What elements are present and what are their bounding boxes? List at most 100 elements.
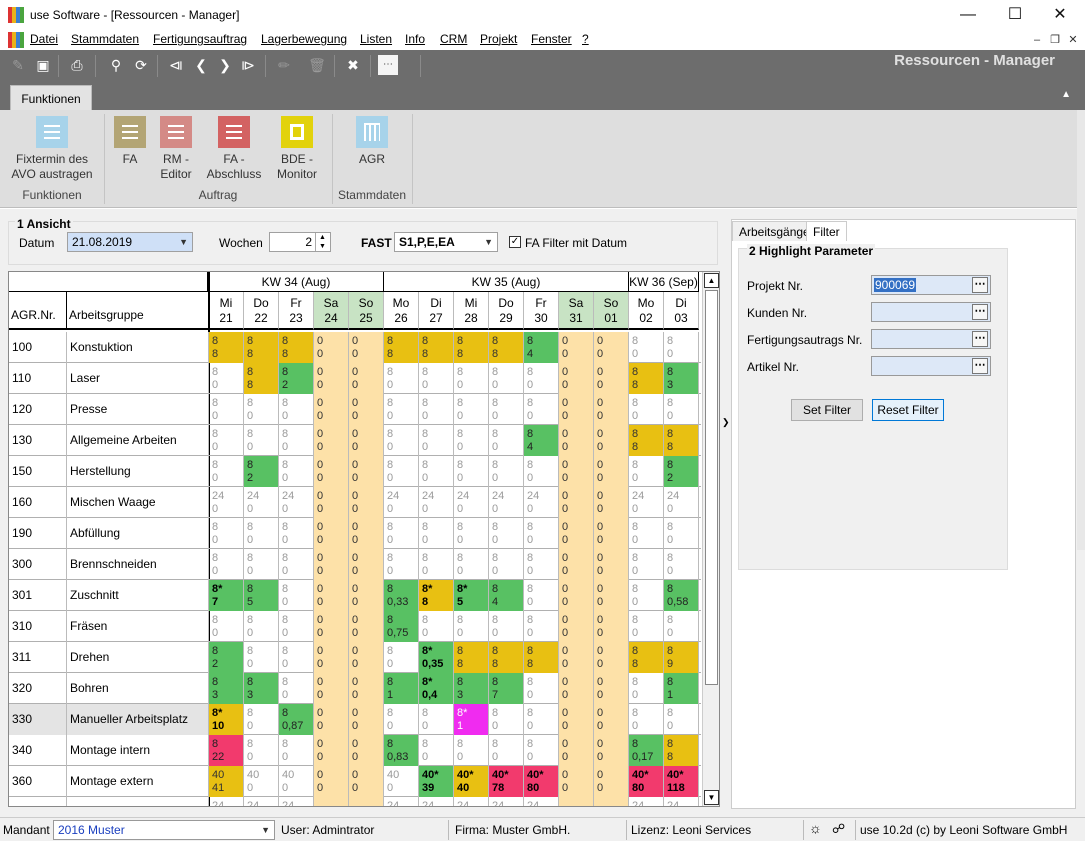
capacity-cell[interactable]: 80 (419, 518, 454, 549)
capacity-cell[interactable]: 80 (419, 456, 454, 487)
menu-item-info[interactable]: Info (405, 32, 425, 46)
capacity-cell[interactable]: 00 (314, 611, 349, 642)
capacity-cell[interactable]: 24 (524, 797, 559, 806)
capacity-cell[interactable]: 00 (594, 518, 629, 549)
cancel-icon[interactable]: ✖ (343, 55, 363, 75)
datum-field[interactable]: 21.08.2019 ▼ (67, 232, 193, 252)
capacity-cell[interactable]: 80 (664, 549, 699, 580)
capacity-cell[interactable]: 8 0,33 (384, 580, 419, 611)
capacity-cell[interactable]: 80 (629, 394, 664, 425)
menu-item-datei[interactable]: Datei (30, 32, 58, 46)
agr-nr-cell[interactable]: 300 (9, 549, 67, 580)
lookup-icon[interactable]: ⋯ (972, 304, 988, 320)
capacity-cell[interactable]: 00 (349, 735, 384, 766)
capacity-cell[interactable] (314, 797, 349, 806)
capacity-cell[interactable]: 24 0 (454, 487, 489, 518)
capacity-cell[interactable]: 80 (524, 518, 559, 549)
capacity-cell[interactable]: 80 (489, 456, 524, 487)
capacity-cell[interactable]: 80 (454, 456, 489, 487)
capacity-cell[interactable]: 40 0 (384, 766, 419, 797)
capacity-cell[interactable]: 00 (559, 673, 594, 704)
capacity-cell[interactable]: 00 (314, 332, 349, 363)
capacity-cell[interactable]: 80 (244, 642, 279, 673)
capacity-cell[interactable]: 80 (279, 456, 314, 487)
capacity-cell[interactable]: 80 (209, 394, 244, 425)
capacity-cell[interactable]: 80 (524, 673, 559, 704)
capacity-cell[interactable]: 80 (629, 456, 664, 487)
capacity-cell[interactable]: 24 0 (524, 487, 559, 518)
capacity-cell[interactable]: 00 (559, 766, 594, 797)
close-window-button[interactable]: ✕ (1040, 4, 1080, 26)
capacity-cell[interactable]: 88 (489, 332, 524, 363)
capacity-cell[interactable]: 00 (594, 704, 629, 735)
capacity-cell[interactable]: 87 (489, 673, 524, 704)
capacity-cell[interactable]: 8 0,58 (664, 580, 699, 611)
capacity-cell[interactable]: 00 (594, 735, 629, 766)
capacity-cell[interactable]: 80 (524, 394, 559, 425)
capacity-cell[interactable]: 80 (629, 332, 664, 363)
capacity-cell[interactable]: 80 (209, 611, 244, 642)
arbeitsgruppe-cell[interactable]: Manueller Arbeitsplatz (67, 704, 209, 735)
day-header[interactable]: Fr 30 (524, 292, 559, 330)
first-record-icon[interactable]: ⧏ (166, 55, 186, 75)
capacity-cell[interactable]: 00 (314, 487, 349, 518)
chevron-down-icon[interactable]: ▼ (484, 233, 493, 251)
capacity-cell[interactable]: 00 (349, 673, 384, 704)
capacity-cell[interactable]: 24 0 (664, 487, 699, 518)
table-row[interactable]: 100 Konstuktion 8 8 8 8 8 8 0 0 0 0 8 8 8 8 8 8 8 8 8 4 0 0 0 0 8 0… (9, 332, 701, 363)
capacity-cell[interactable]: 80 (279, 611, 314, 642)
capacity-cell[interactable]: 8 0,87 (279, 704, 314, 735)
capacity-cell[interactable]: 80 (279, 580, 314, 611)
lookup-icon[interactable]: ⋯ (972, 358, 988, 374)
table-row[interactable]: 360 Montage extern 40 41 40 0 40 0 0 0 0 0 40 0 40* 39 4… (9, 766, 701, 797)
next-record-icon[interactable]: ❯ (215, 55, 235, 75)
capacity-cell[interactable]: 82 (664, 456, 699, 487)
capacity-cell[interactable]: 80 (279, 425, 314, 456)
table-row[interactable]: 24 24 24 24 24 24 24 24 24 24 (9, 797, 701, 806)
capacity-cell[interactable]: 80 (489, 518, 524, 549)
refresh-icon[interactable]: ⟳ (131, 55, 151, 75)
day-header[interactable]: Mo 26 (384, 292, 419, 330)
capacity-cell[interactable]: 00 (559, 456, 594, 487)
capacity-cell[interactable]: 88 (454, 642, 489, 673)
day-header[interactable]: Do 22 (244, 292, 279, 330)
arbeitsgruppe-cell[interactable]: Drehen (67, 642, 209, 673)
capacity-cell[interactable]: 80 (664, 611, 699, 642)
capacity-cell[interactable]: 24 (454, 797, 489, 806)
scroll-down-icon[interactable]: ▼ (704, 790, 719, 805)
capacity-cell[interactable]: 00 (314, 642, 349, 673)
capacity-cell[interactable]: 80 (209, 549, 244, 580)
capacity-cell[interactable]: 88 (524, 642, 559, 673)
capacity-cell[interactable]: 8* 1 (454, 704, 489, 735)
capacity-cell[interactable]: 80 (419, 363, 454, 394)
capacity-cell[interactable]: 80 (454, 425, 489, 456)
capacity-cell[interactable]: 88 (454, 332, 489, 363)
capacity-cell[interactable]: 80 (629, 580, 664, 611)
table-row[interactable]: 310 Fräsen 8 0 8 0 8 0 0 0 0 0 8 0,75 8 0 8 0 8 0 8 0 0 0 0 0 8 0 8 0 (9, 611, 701, 642)
previous-record-icon[interactable]: ❮ (191, 55, 211, 75)
menu-item-projekt[interactable]: Projekt (480, 32, 517, 46)
capacity-cell[interactable]: 80 (454, 518, 489, 549)
capacity-cell[interactable]: 80 (384, 642, 419, 673)
capacity-cell[interactable]: 00 (349, 549, 384, 580)
capacity-cell[interactable]: 80 (384, 704, 419, 735)
capacity-cell[interactable]: 80 (279, 673, 314, 704)
capacity-cell[interactable]: 00 (349, 487, 384, 518)
capacity-cell[interactable]: 00 (594, 611, 629, 642)
capacity-cell[interactable]: 80 (419, 704, 454, 735)
arbeitsgruppe-cell[interactable]: Laser (67, 363, 209, 394)
mdi-restore-button[interactable]: ❐ (1046, 32, 1064, 48)
capacity-cell[interactable]: 80 (279, 735, 314, 766)
agr-nr-cell[interactable]: 360 (9, 766, 67, 797)
capacity-cell[interactable]: 00 (594, 549, 629, 580)
capacity-cell[interactable] (559, 797, 594, 806)
bde-monitor-button[interactable]: BDE - Monitor (270, 116, 324, 182)
capacity-cell[interactable]: 80 (524, 704, 559, 735)
agr-nr-cell[interactable]: 120 (9, 394, 67, 425)
table-row[interactable]: 150 Herstellung 8 0 8 2 8 0 0 0 0 0 8 0 8 0 8 0 8 0 8 0 0 0 0 0 8 0… (9, 456, 701, 487)
ribbon-collapse-icon[interactable]: ▲ (1061, 89, 1071, 100)
capacity-cell[interactable]: 81 (664, 673, 699, 704)
search-icon[interactable]: ⚲ (106, 55, 126, 75)
capacity-cell[interactable]: 80 (664, 394, 699, 425)
kunden-field[interactable]: ⋯ (871, 302, 991, 322)
